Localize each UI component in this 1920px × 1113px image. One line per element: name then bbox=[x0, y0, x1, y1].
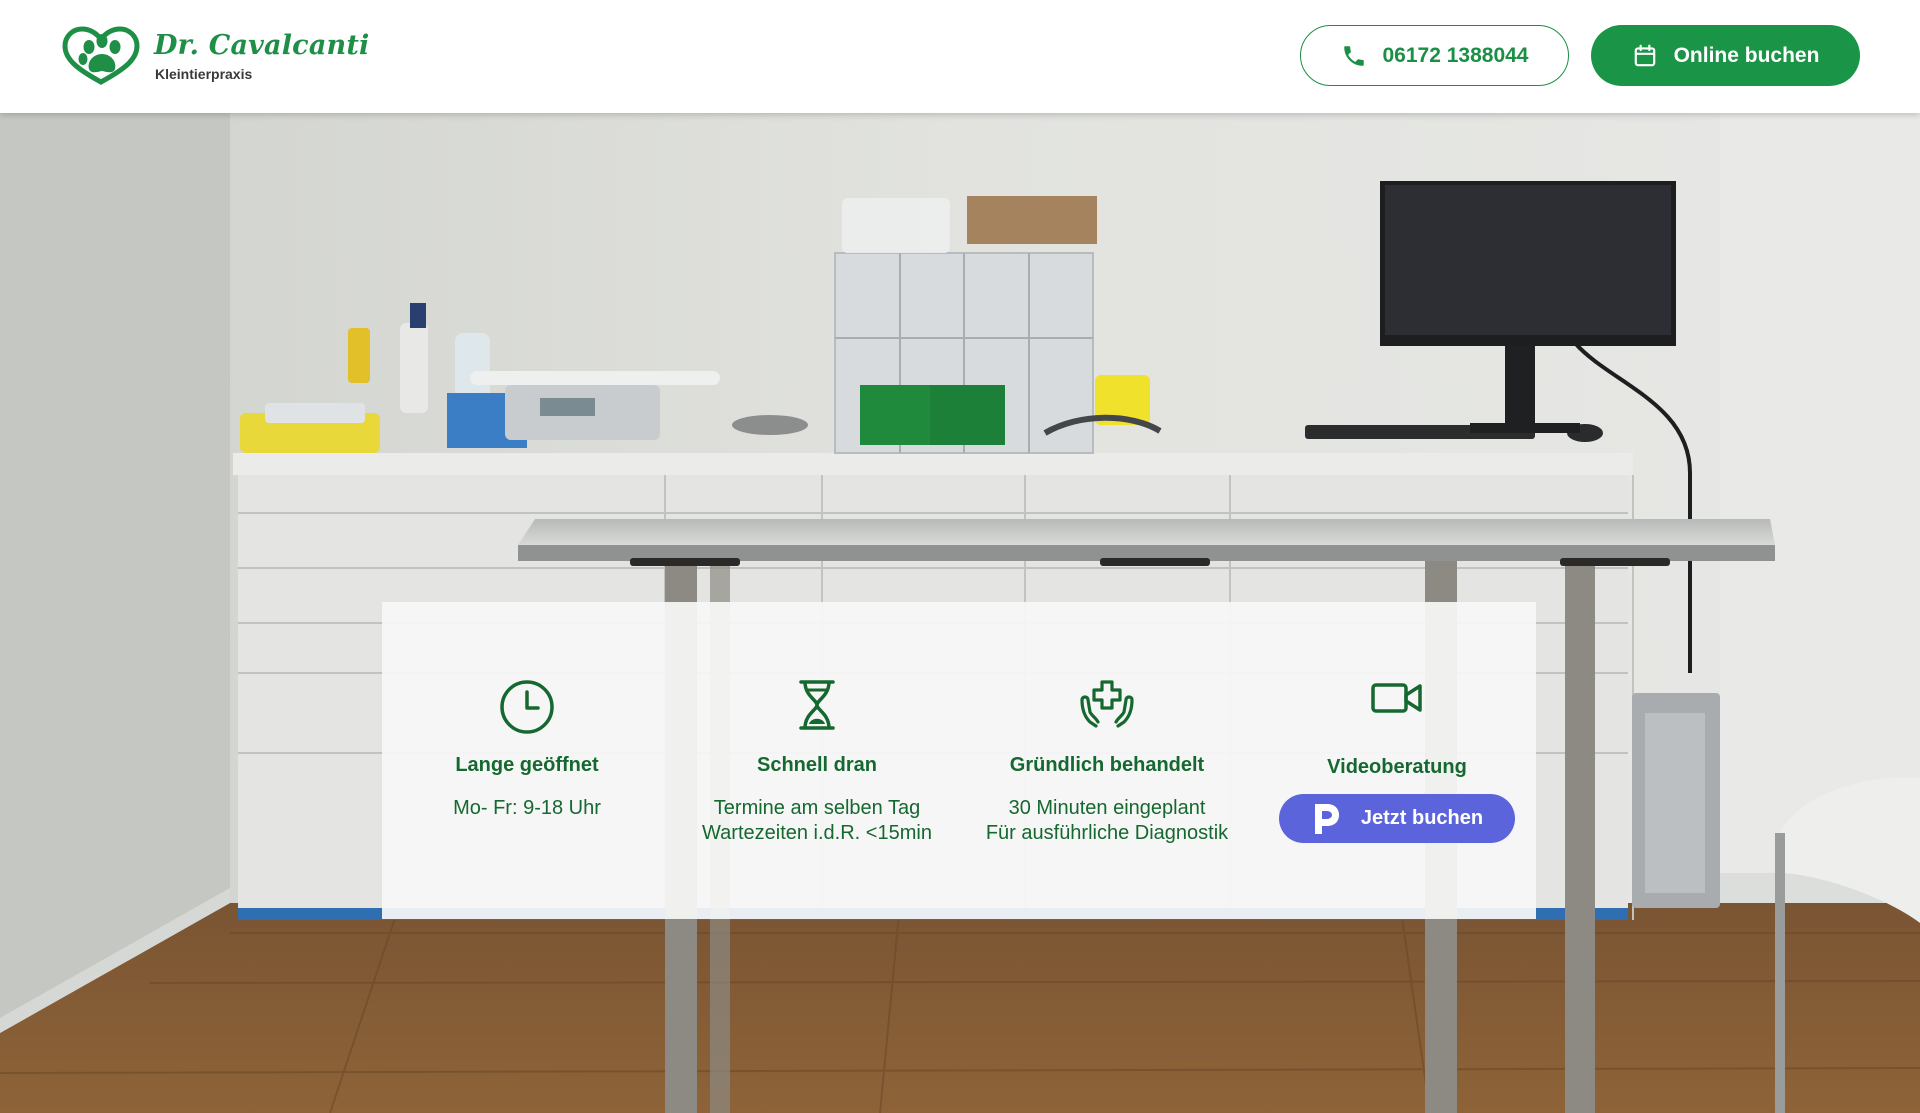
features-card: Lange geöffnet Mo- Fr: 9-18 Uhr Schnell … bbox=[382, 602, 1536, 919]
feature-title: Videoberatung bbox=[1327, 756, 1467, 778]
feature-video: Videoberatung Jetzt buchen bbox=[1252, 602, 1542, 919]
calendar-icon bbox=[1634, 44, 1655, 66]
phone-button[interactable]: 06172 1388044 bbox=[1300, 25, 1569, 86]
online-book-label: Online buchen bbox=[1673, 43, 1820, 67]
online-book-button[interactable]: Online buchen bbox=[1591, 25, 1860, 86]
feature-title: Gründlich behandelt bbox=[1009, 754, 1205, 776]
phone-number: 06172 1388044 bbox=[1382, 43, 1529, 67]
video-camera-icon bbox=[1371, 683, 1422, 713]
feature-text: 30 Minuten eingeplant Für ausführliche D… bbox=[985, 797, 1229, 844]
feature-text: Mo- Fr: 9-18 Uhr bbox=[453, 797, 601, 819]
video-book-button[interactable]: Jetzt buchen bbox=[1279, 794, 1515, 843]
booking-logo-icon bbox=[1314, 803, 1339, 834]
feature-title: Lange geöffnet bbox=[455, 754, 599, 776]
hands-medical-cross-icon bbox=[1080, 680, 1134, 728]
feature-thorough: Gründlich behandelt 30 Minuten eingeplan… bbox=[962, 602, 1252, 919]
logo-link[interactable]: Dr. Cavalcanti Kleintierpraxis bbox=[59, 24, 369, 88]
clock-icon bbox=[500, 680, 554, 734]
feature-quick: Schnell dran Termine am selben Tag Warte… bbox=[672, 602, 962, 919]
video-book-label: Jetzt buchen bbox=[1360, 807, 1484, 829]
paw-heart-logo-icon bbox=[62, 26, 140, 85]
phone-icon bbox=[1343, 45, 1364, 66]
feature-opening-hours: Lange geöffnet Mo- Fr: 9-18 Uhr bbox=[382, 602, 672, 919]
logo-name: Dr. Cavalcanti bbox=[154, 30, 370, 61]
feature-text: Termine am selben Tag Wartezeiten i.d.R.… bbox=[702, 797, 932, 844]
hourglass-icon bbox=[799, 680, 835, 730]
site-header: Dr. Cavalcanti Kleintierpraxis 06172 138… bbox=[0, 0, 1920, 113]
logo-subtitle: Kleintierpraxis bbox=[155, 66, 253, 82]
feature-title: Schnell dran bbox=[756, 754, 878, 776]
